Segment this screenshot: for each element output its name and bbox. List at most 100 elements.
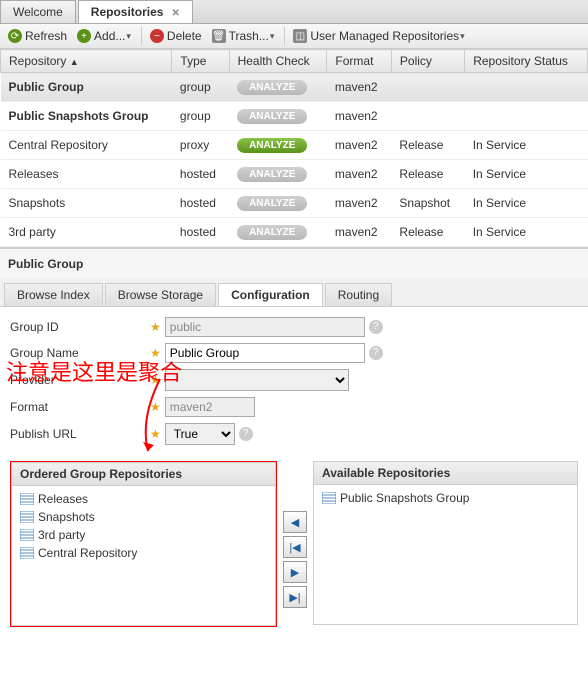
trash-icon: 🗑: [212, 29, 226, 43]
cell-status: [465, 73, 588, 102]
list-item[interactable]: Releases: [16, 490, 271, 508]
analyze-button[interactable]: ANALYZE: [237, 225, 307, 240]
refresh-button[interactable]: ⟳Refresh: [4, 27, 71, 45]
list-item[interactable]: Public Snapshots Group: [318, 489, 573, 507]
sort-asc-icon: ▲: [70, 57, 79, 67]
cell-policy: Release: [391, 160, 464, 189]
cell-status: In Service: [465, 189, 588, 218]
format-label: Format: [10, 400, 150, 414]
cell-policy: [391, 73, 464, 102]
list-item[interactable]: Central Repository: [16, 544, 271, 562]
provider-select[interactable]: [165, 369, 349, 391]
available-repositories-box: Available Repositories Public Snapshots …: [313, 461, 578, 625]
cell-format: maven2: [327, 131, 392, 160]
analyze-button[interactable]: ANALYZE: [237, 196, 307, 211]
cell-name: Public Group: [1, 73, 172, 102]
move-left-button[interactable]: ◀: [283, 511, 307, 533]
cell-health: ANALYZE: [229, 131, 327, 160]
cell-name: Releases: [1, 160, 172, 189]
list-item-label: Public Snapshots Group: [340, 491, 469, 505]
cell-status: In Service: [465, 160, 588, 189]
cell-health: ANALYZE: [229, 160, 327, 189]
list-item[interactable]: Snapshots: [16, 508, 271, 526]
table-row[interactable]: 3rd partyhostedANALYZEmaven2ReleaseIn Se…: [1, 218, 588, 247]
required-icon: ★: [150, 320, 161, 334]
detail-tabs: Browse Index Browse Storage Configuratio…: [0, 279, 588, 307]
list-item[interactable]: 3rd party: [16, 526, 271, 544]
separator: [141, 27, 142, 45]
move-all-right-button[interactable]: ▶|: [283, 586, 307, 608]
tab-routing[interactable]: Routing: [325, 283, 392, 306]
tab-welcome[interactable]: Welcome: [0, 0, 76, 23]
cell-format: maven2: [327, 218, 392, 247]
ordered-list[interactable]: Releases Snapshots3rd partyCentral Reposi…: [11, 486, 276, 626]
delete-button[interactable]: −Delete: [146, 27, 206, 45]
cell-format: maven2: [327, 189, 392, 218]
available-list[interactable]: Public Snapshots Group: [313, 485, 578, 625]
detail-title: Public Group: [0, 247, 588, 279]
close-icon[interactable]: ✕: [171, 8, 179, 19]
group-id-field: [165, 317, 365, 337]
cell-health: ANALYZE: [229, 102, 327, 131]
col-health[interactable]: Health Check: [229, 50, 327, 73]
format-field: [165, 397, 255, 417]
tab-configuration[interactable]: Configuration: [218, 283, 323, 306]
table-row[interactable]: ReleaseshostedANALYZEmaven2ReleaseIn Ser…: [1, 160, 588, 189]
ordered-header: Ordered Group Repositories: [11, 462, 276, 486]
col-status[interactable]: Repository Status: [465, 50, 588, 73]
cell-policy: Snapshot: [391, 189, 464, 218]
table-row[interactable]: Public GroupgroupANALYZEmaven2: [1, 73, 588, 102]
move-all-left-button[interactable]: |◀: [283, 536, 307, 558]
trash-button[interactable]: 🗑Trash...▾: [208, 27, 279, 45]
cell-type: proxy: [172, 131, 229, 160]
col-policy[interactable]: Policy: [391, 50, 464, 73]
minus-icon: −: [150, 29, 164, 43]
help-icon[interactable]: ?: [369, 320, 383, 334]
cell-type: hosted: [172, 160, 229, 189]
cell-name: 3rd party: [1, 218, 172, 247]
table-row[interactable]: Public Snapshots GroupgroupANALYZEmaven2: [1, 102, 588, 131]
chevron-down-icon: ▾: [126, 31, 131, 42]
user-managed-button[interactable]: ◫User Managed Repositories▾: [289, 27, 468, 45]
cell-health: ANALYZE: [229, 189, 327, 218]
db-icon: ◫: [293, 29, 307, 43]
cell-policy: Release: [391, 218, 464, 247]
provider-label: Provider: [10, 373, 150, 387]
separator: [284, 27, 285, 45]
analyze-button[interactable]: ANALYZE: [237, 109, 307, 124]
cell-type: group: [172, 102, 229, 131]
group-id-label: Group ID: [10, 320, 150, 334]
group-name-field[interactable]: [165, 343, 365, 363]
help-icon[interactable]: ?: [239, 427, 253, 441]
required-icon: ★: [150, 400, 161, 414]
chevron-down-icon: ▾: [270, 31, 275, 42]
col-type[interactable]: Type: [172, 50, 229, 73]
transfer-buttons: ◀ |◀ ▶ ▶|: [277, 461, 313, 611]
tab-repositories[interactable]: Repositories✕: [78, 0, 193, 23]
publish-url-label: Publish URL: [10, 427, 150, 441]
list-item-label: Releases: [38, 492, 88, 506]
analyze-button[interactable]: ANALYZE: [237, 138, 307, 153]
group-name-label: Group Name: [10, 346, 150, 360]
required-icon: ★: [150, 373, 161, 387]
table-row[interactable]: Central RepositoryproxyANALYZEmaven2Rele…: [1, 131, 588, 160]
plus-icon: +: [77, 29, 91, 43]
chevron-down-icon: ▾: [460, 31, 465, 42]
tab-browse-index[interactable]: Browse Index: [4, 283, 103, 306]
add-button[interactable]: +Add...▾: [73, 27, 135, 45]
table-row[interactable]: SnapshotshostedANALYZEmaven2SnapshotIn S…: [1, 189, 588, 218]
help-icon[interactable]: ?: [369, 346, 383, 360]
top-tab-bar: Welcome Repositories✕: [0, 0, 588, 24]
analyze-button[interactable]: ANALYZE: [237, 167, 307, 182]
col-format[interactable]: Format: [327, 50, 392, 73]
publish-url-select[interactable]: True: [165, 423, 235, 445]
cell-health: ANALYZE: [229, 73, 327, 102]
tab-welcome-label: Welcome: [13, 5, 63, 19]
move-right-button[interactable]: ▶: [283, 561, 307, 583]
tab-browse-storage[interactable]: Browse Storage: [105, 283, 216, 306]
analyze-button[interactable]: ANALYZE: [237, 80, 307, 95]
refresh-icon: ⟳: [8, 29, 22, 43]
available-header: Available Repositories: [313, 461, 578, 485]
col-repository[interactable]: Repository ▲: [1, 50, 172, 73]
configuration-form: 注意是这里是聚合 Group ID ★ ? Group Name ★ ? Pro…: [0, 307, 588, 461]
